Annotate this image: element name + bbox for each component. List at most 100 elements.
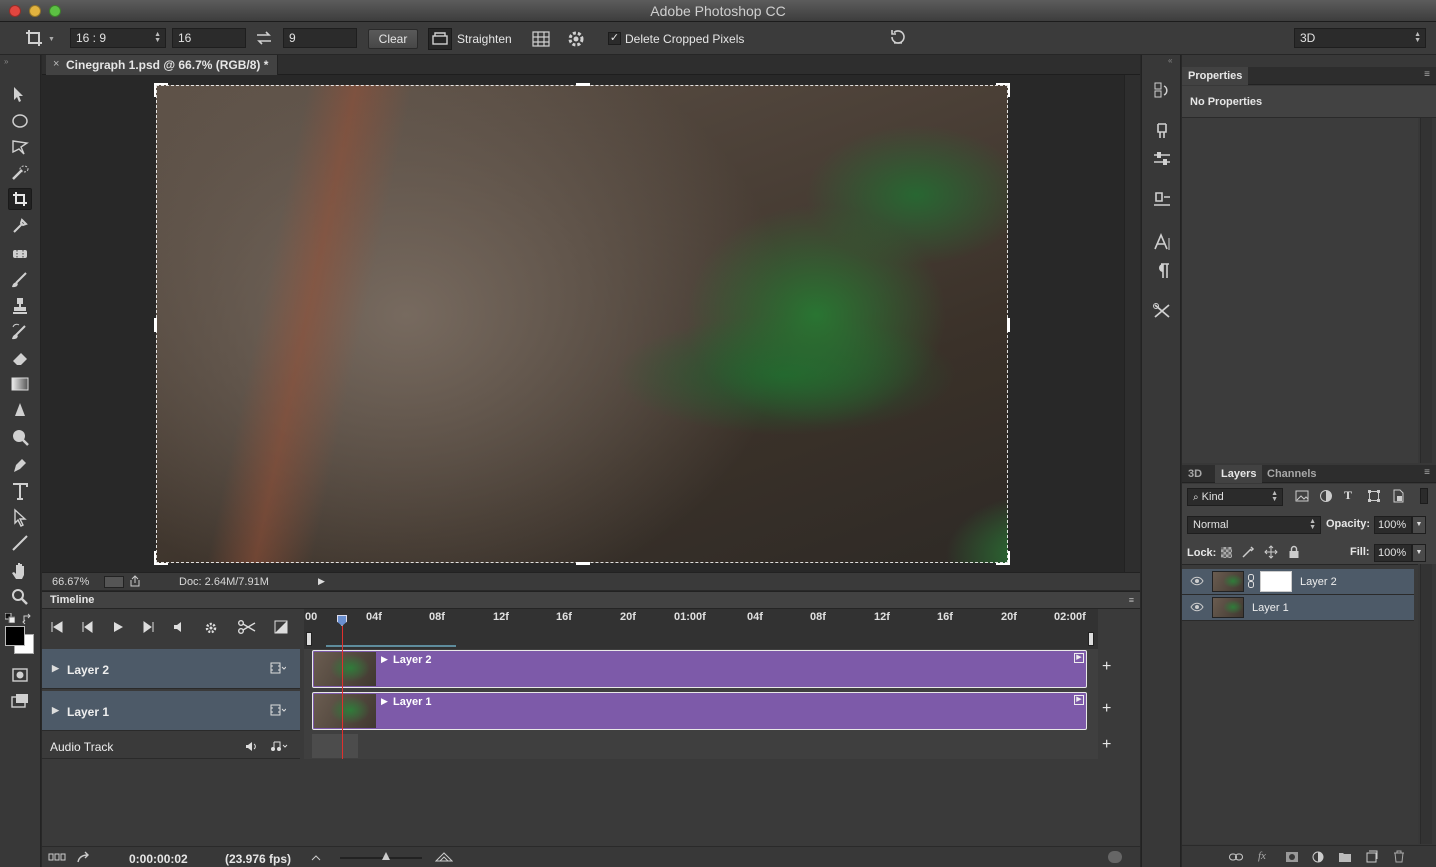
straighten-icon[interactable]	[428, 28, 452, 50]
audio-track-area[interactable]	[312, 734, 358, 758]
timeline-zoom-thumb[interactable]	[382, 852, 390, 860]
brush-icon[interactable]	[8, 269, 32, 291]
lasso-icon[interactable]	[8, 136, 32, 158]
music-note-icon[interactable]	[270, 740, 288, 752]
link-icon[interactable]	[1248, 574, 1254, 588]
default-colors-icon[interactable]	[5, 613, 15, 623]
new-adjustment-icon[interactable]	[1312, 851, 1324, 863]
film-icon[interactable]	[270, 662, 286, 674]
crop-handle[interactable]	[154, 318, 157, 332]
opacity-dropdown-icon[interactable]: ▼	[1412, 516, 1426, 534]
chevron-down-icon[interactable]: ▼	[48, 36, 55, 43]
type-icon[interactable]	[8, 480, 32, 502]
foreground-color-swatch[interactable]	[5, 626, 25, 646]
filter-shape-icon[interactable]	[1367, 489, 1381, 503]
crop-ratio-select[interactable]: 16 : 9 ▲ ▼	[70, 28, 166, 48]
collapse-icon[interactable]: «	[1168, 56, 1172, 65]
delete-cropped-checkbox[interactable]: ✓	[608, 32, 621, 45]
scissors-icon[interactable]	[238, 620, 256, 634]
filter-smart-object-icon[interactable]	[1391, 489, 1405, 503]
eye-icon[interactable]	[1190, 602, 1204, 612]
reset-icon[interactable]	[888, 27, 908, 47]
clone-stamp-icon[interactable]	[8, 295, 32, 317]
new-group-icon[interactable]	[1338, 851, 1352, 863]
fill-field[interactable]: 100%	[1374, 544, 1412, 562]
filter-adjustment-icon[interactable]	[1319, 489, 1333, 503]
properties-scrollbar[interactable]	[1420, 118, 1432, 463]
straighten-label[interactable]: Straighten	[457, 32, 512, 46]
add-media-button[interactable]: +	[1102, 658, 1111, 676]
speaker-icon[interactable]	[245, 741, 257, 752]
previous-frame-icon[interactable]	[80, 621, 94, 633]
path-select-icon[interactable]	[8, 506, 32, 528]
blend-mode-select[interactable]: Normal ▲ ▼	[1187, 516, 1321, 534]
crop-handle[interactable]	[1007, 318, 1010, 332]
expand-triangle-icon[interactable]: ▶	[52, 663, 59, 674]
tab-layers[interactable]: Layers	[1215, 465, 1263, 483]
crop-height-field[interactable]: 9	[283, 28, 357, 48]
marquee-icon[interactable]	[8, 110, 32, 132]
work-area-start-handle[interactable]	[306, 632, 312, 646]
next-frame-icon[interactable]	[142, 621, 156, 633]
clip-layer-1[interactable]: ▶ Layer 1 ▶	[312, 692, 1087, 730]
move-icon[interactable]	[8, 83, 32, 105]
line-icon[interactable]	[8, 532, 32, 554]
brush-presets-icon[interactable]	[1151, 121, 1173, 141]
add-audio-button[interactable]: +	[1102, 736, 1111, 754]
canvas-scrollbar[interactable]	[1124, 75, 1140, 572]
filter-pixel-icon[interactable]	[1295, 490, 1309, 502]
play-icon[interactable]	[112, 621, 124, 633]
layer-row-layer-2[interactable]: Layer 2	[1182, 569, 1414, 595]
clip-options-icon[interactable]: ▶	[1074, 653, 1084, 663]
crop-handle[interactable]	[576, 562, 590, 565]
workspace-select[interactable]: 3D ▲ ▼	[1294, 28, 1426, 48]
crop-box[interactable]	[154, 83, 1010, 565]
document-tab[interactable]: × Cinegraph 1.psd @ 66.7% (RGB/8) *	[46, 55, 278, 75]
lock-position-icon[interactable]	[1264, 545, 1278, 559]
crop-handle[interactable]	[996, 83, 1010, 97]
gradient-icon[interactable]	[8, 373, 32, 395]
layer-mask-thumbnail[interactable]	[1260, 571, 1292, 592]
crop-handle[interactable]	[154, 83, 168, 97]
expand-triangle-icon[interactable]: ▶	[381, 654, 388, 665]
expand-triangle-icon[interactable]: ▶	[52, 705, 59, 716]
tab-channels[interactable]: Channels	[1261, 465, 1323, 483]
crop-handle[interactable]	[996, 551, 1010, 565]
lock-all-icon[interactable]	[1288, 545, 1300, 559]
paragraph-icon[interactable]	[1151, 260, 1173, 280]
dodge-icon[interactable]	[8, 426, 32, 448]
share-icon[interactable]	[129, 575, 141, 587]
zoom-level[interactable]: 66.67%	[52, 576, 89, 588]
tab-3d[interactable]: 3D	[1182, 465, 1208, 483]
lock-transparent-icon[interactable]	[1221, 547, 1232, 558]
filter-toggle[interactable]	[1420, 488, 1428, 504]
work-area-end-handle[interactable]	[1088, 632, 1094, 646]
gear-icon[interactable]	[566, 29, 586, 49]
audio-icon[interactable]	[172, 621, 186, 633]
crop-icon[interactable]	[24, 28, 44, 48]
expand-triangle-icon[interactable]: ▶	[381, 696, 388, 707]
timeline-scroll-thumb[interactable]	[1108, 851, 1122, 863]
current-time[interactable]: 0:00:00:02	[129, 852, 188, 866]
render-video-icon[interactable]	[76, 851, 92, 863]
timeline-zoom-slider[interactable]	[340, 857, 422, 859]
adjustments-icon[interactable]	[1151, 149, 1173, 169]
layer-comps-icon[interactable]	[1151, 189, 1173, 209]
swap-icon[interactable]	[255, 30, 273, 46]
fx-icon[interactable]: fx	[1258, 850, 1266, 862]
fill-dropdown-icon[interactable]: ▼	[1412, 544, 1426, 562]
pen-icon[interactable]	[8, 454, 32, 476]
clear-button[interactable]: Clear	[368, 29, 418, 49]
new-layer-icon[interactable]	[1366, 850, 1378, 863]
go-to-first-icon[interactable]	[50, 621, 64, 633]
filter-type-icon[interactable]: T	[1344, 488, 1352, 503]
panel-menu-icon[interactable]: ≡	[1424, 467, 1430, 478]
overlay-grid-icon[interactable]	[531, 30, 551, 48]
opacity-field[interactable]: 100%	[1374, 516, 1412, 534]
add-media-button[interactable]: +	[1102, 700, 1111, 718]
swap-colors-icon[interactable]	[22, 613, 34, 625]
layers-scrollbar[interactable]	[1420, 564, 1432, 844]
crop-width-field[interactable]: 16	[172, 28, 246, 48]
clip-layer-2[interactable]: ▶ Layer 2 ▶	[312, 650, 1087, 688]
layer-filter-select[interactable]: ⌕ Kind ▲ ▼	[1187, 488, 1283, 506]
